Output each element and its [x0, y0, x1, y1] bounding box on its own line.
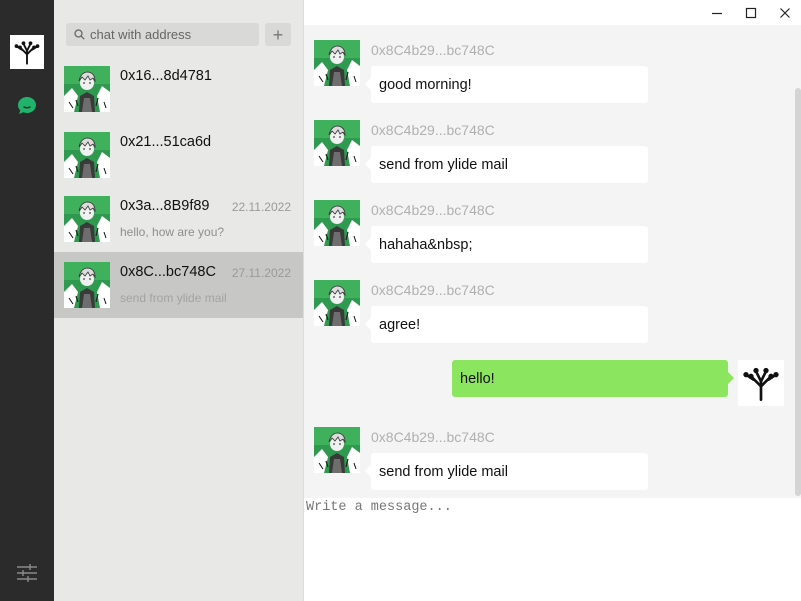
minimize-button[interactable] — [700, 0, 734, 25]
sender-avatar — [314, 427, 360, 473]
minimize-icon — [712, 12, 722, 14]
ylide-logo[interactable] — [10, 35, 44, 69]
message-bubble: send from ylide mail — [365, 453, 648, 490]
conversation-item[interactable]: 0x3a...8B9f89 22.11.2022 hello, how are … — [54, 186, 303, 252]
message-sender: 0x8C4b29...bc748C — [371, 282, 495, 298]
sliders-icon — [17, 564, 37, 582]
chat-panel: 0x8C4b29...bc748C good morning! 0x8C4b29… — [303, 0, 801, 601]
conversation-address: 0x21...51ca6d — [120, 134, 212, 150]
message-bubble: hahaha&nbsp; — [365, 226, 648, 263]
message-sender: 0x8C4b29...bc748C — [371, 429, 495, 445]
conversation-date: 27.11.2022 — [231, 266, 291, 280]
message-sender: 0x8C4b29...bc748C — [371, 202, 495, 218]
chat-bubble-icon — [18, 97, 36, 114]
conversation-list-panel: + 0x16...8d4781 0x21...51ca6d 0x3a...8B9… — [54, 0, 303, 601]
message-bubble: good morning! — [365, 66, 648, 103]
sender-avatar — [314, 200, 360, 246]
message-composer — [304, 498, 801, 601]
sender-avatar — [314, 120, 360, 166]
sender-avatar — [314, 280, 360, 326]
contact-avatar — [64, 132, 110, 178]
message-bubble: send from ylide mail — [365, 146, 648, 183]
app-rail — [0, 0, 54, 601]
close-button[interactable] — [768, 0, 801, 25]
contact-avatar — [64, 66, 110, 112]
message-input[interactable] — [306, 500, 796, 596]
conversation-date: 22.11.2022 — [231, 200, 291, 214]
conversation-item[interactable]: 0x16...8d4781 — [54, 56, 303, 122]
conversation-item-selected[interactable]: 0x8C...bc748C 27.11.2022 send from ylide… — [54, 252, 303, 318]
conversation-preview: hello, how are you? — [120, 225, 225, 239]
contact-avatar — [64, 262, 110, 308]
my-avatar — [738, 360, 784, 406]
settings-button[interactable] — [15, 561, 39, 585]
add-chat-button[interactable]: + — [265, 23, 291, 46]
chat-nav-button[interactable] — [14, 93, 40, 119]
conversation-item[interactable]: 0x21...51ca6d — [54, 122, 303, 188]
contact-avatar — [64, 196, 110, 242]
message-bubble: agree! — [365, 306, 648, 343]
search-box — [66, 23, 259, 46]
search-input[interactable] — [90, 27, 250, 42]
maximize-button[interactable] — [734, 0, 768, 25]
conversation-address: 0x16...8d4781 — [120, 68, 212, 84]
conversation-address: 0x8C...bc748C — [120, 264, 216, 280]
tree-logo-icon — [13, 38, 41, 66]
conversation-preview: send from ylide mail — [120, 291, 227, 305]
conversation-address: 0x3a...8B9f89 — [120, 198, 210, 214]
outgoing-message-bubble: hello! — [452, 360, 734, 397]
messages-scrollbar[interactable] — [795, 88, 801, 496]
message-sender: 0x8C4b29...bc748C — [371, 42, 495, 58]
window-titlebar — [304, 0, 801, 25]
search-icon — [74, 29, 85, 40]
close-icon — [780, 7, 790, 18]
tree-logo-icon — [741, 363, 781, 403]
message-sender: 0x8C4b29...bc748C — [371, 122, 495, 138]
sender-avatar — [314, 40, 360, 86]
maximize-icon — [745, 7, 757, 18]
